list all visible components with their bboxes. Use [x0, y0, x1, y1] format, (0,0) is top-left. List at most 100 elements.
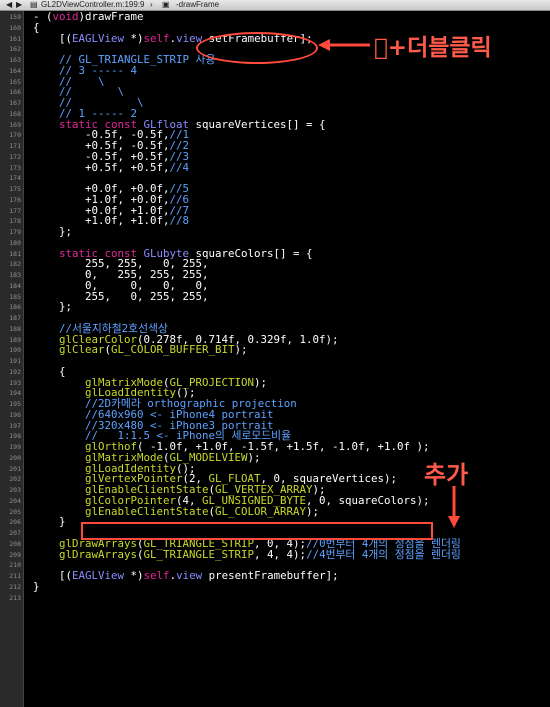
code-line[interactable]: 179 };: [0, 226, 550, 238]
line-number: 195: [9, 400, 21, 408]
line-number: 204: [9, 496, 21, 505]
code-line[interactable]: 159 - (void)drawFrame: [0, 11, 550, 23]
code-token: );: [247, 450, 261, 464]
code-line[interactable]: 185 255, 0, 255, 255,: [0, 290, 550, 303]
code-line[interactable]: 191: [0, 356, 550, 367]
code-token: EAGLView: [72, 31, 125, 45]
line-number: 200: [9, 453, 21, 462]
code-text: };: [33, 301, 72, 313]
code-token: +0.5f, +0.5f,: [33, 160, 170, 174]
line-number: 213: [9, 593, 21, 602]
line-number: 167: [9, 99, 21, 107]
line-number: 207: [9, 529, 21, 537]
code-line[interactable]: 209 glDrawArrays(GL_TRIANGLE_STRIP, 4, 4…: [0, 547, 550, 561]
code-token: [(: [33, 31, 73, 45]
method-icon: ▣: [162, 0, 170, 9]
line-number: 184: [9, 281, 21, 290]
line-number: 162: [9, 45, 21, 54]
code-token: };: [33, 300, 73, 314]
code-token: }: [33, 515, 66, 529]
line-number: 164: [9, 66, 21, 75]
code-token: self: [143, 569, 170, 582]
double-click-annotation: +더블클릭: [374, 35, 492, 61]
line-number: 194: [9, 389, 21, 398]
line-number: 191: [9, 357, 21, 365]
code-text: }: [33, 516, 66, 528]
line-number: 181: [9, 249, 21, 258]
code-text: glDrawArrays(GL_TRIANGLE_STRIP, 4, 4);//…: [33, 547, 461, 561]
code-token: glClear: [33, 343, 105, 357]
code-token: )drawFrame: [78, 10, 144, 23]
code-token: , 0, squareColors);: [306, 493, 430, 507]
line-number: 182: [9, 260, 21, 269]
jump-bar-method[interactable]: -drawFrame: [176, 0, 219, 10]
code-line[interactable]: 186 };: [0, 301, 550, 313]
line-number: 172: [9, 152, 21, 161]
line-number: 161: [9, 34, 21, 43]
code-token: presentFramebuffer];: [202, 569, 339, 582]
line-number: 165: [9, 77, 21, 86]
code-text: - (void)drawFrame: [33, 11, 144, 23]
line-number: 173: [9, 163, 21, 172]
line-number: 210: [9, 561, 21, 570]
code-token: *): [124, 31, 144, 45]
code-line[interactable]: 178 +1.0f, +1.0f,//8: [0, 214, 550, 228]
jump-bar-file[interactable]: GL2DViewController.m:199:9: [41, 0, 144, 10]
line-number: 179: [9, 228, 21, 236]
line-number: 160: [9, 23, 21, 32]
code-text: glEnableClientState(GL_COLOR_ARRAY);: [33, 504, 319, 518]
code-text: glClear(GL_COLOR_BUFFER_BIT);: [33, 344, 248, 356]
code-token: //4: [169, 160, 190, 174]
line-number: 197: [9, 421, 21, 430]
line-number: 205: [9, 507, 21, 516]
back-arrow-icon[interactable]: ◀: [6, 0, 12, 10]
code-editor[interactable]: 159- (void)drawFrame 160{161 [(EAGLView *…: [0, 11, 550, 604]
setframebuffer-highlight: [196, 32, 318, 64]
code-line[interactable]: 205 glEnableClientState(GL_COLOR_ARRAY);: [0, 504, 550, 518]
line-number: 178: [9, 217, 21, 226]
code-text: +0.5f, +0.5f,//4: [33, 160, 190, 174]
line-number: 166: [9, 88, 21, 97]
forward-arrow-icon[interactable]: ▶: [16, 0, 22, 10]
line-number: 176: [9, 195, 21, 204]
line-number: 201: [9, 464, 21, 473]
code-text: };: [33, 226, 72, 238]
line-number: 209: [9, 550, 21, 559]
glorthof-highlight: [81, 522, 433, 540]
code-line[interactable]: 213: [0, 593, 550, 604]
line-number: 203: [9, 486, 21, 494]
line-number: 211: [9, 572, 21, 580]
line-number: 199: [9, 443, 21, 451]
line-number: 163: [9, 56, 21, 64]
line-number: 206: [9, 518, 21, 527]
code-line[interactable]: 212}: [0, 579, 550, 593]
line-number: 202: [9, 475, 21, 484]
line-number: 170: [9, 131, 21, 140]
line-number: 189: [9, 335, 21, 344]
line-number: 212: [9, 582, 21, 591]
code-token: , 4, 4);: [254, 547, 307, 561]
code-token: GL_COLOR_BUFFER_BIT: [111, 343, 235, 357]
file-icon: ▤: [30, 0, 38, 9]
code-line[interactable]: 190 glClear(GL_COLOR_BUFFER_BIT);: [0, 344, 550, 356]
code-token: //4번부터 4개의 정점을 렌더링: [306, 547, 461, 561]
line-number: 174: [9, 174, 21, 183]
code-token: }: [33, 579, 40, 593]
code-token: GL_COLOR_ARRAY: [215, 504, 307, 518]
chevron-icon: ›: [150, 0, 153, 9]
line-number: 159: [9, 13, 21, 21]
code-line[interactable]: 211 [(EAGLView *)self.view presentFrameb…: [0, 569, 550, 582]
code-token: *): [124, 569, 144, 582]
code-token: EAGLView: [72, 569, 125, 582]
code-token: );: [234, 343, 248, 357]
line-number: 198: [9, 432, 21, 441]
line-number: 193: [9, 378, 21, 387]
line-number: 177: [9, 206, 21, 215]
line-number: 171: [9, 142, 21, 150]
code-token: view: [176, 569, 203, 582]
code-line[interactable]: 173 +0.5f, +0.5f,//4: [0, 160, 550, 174]
code-token: glDrawArrays: [33, 547, 138, 561]
code-token: );: [254, 375, 268, 389]
line-number: 188: [9, 324, 21, 333]
code-token: //8: [169, 214, 190, 228]
